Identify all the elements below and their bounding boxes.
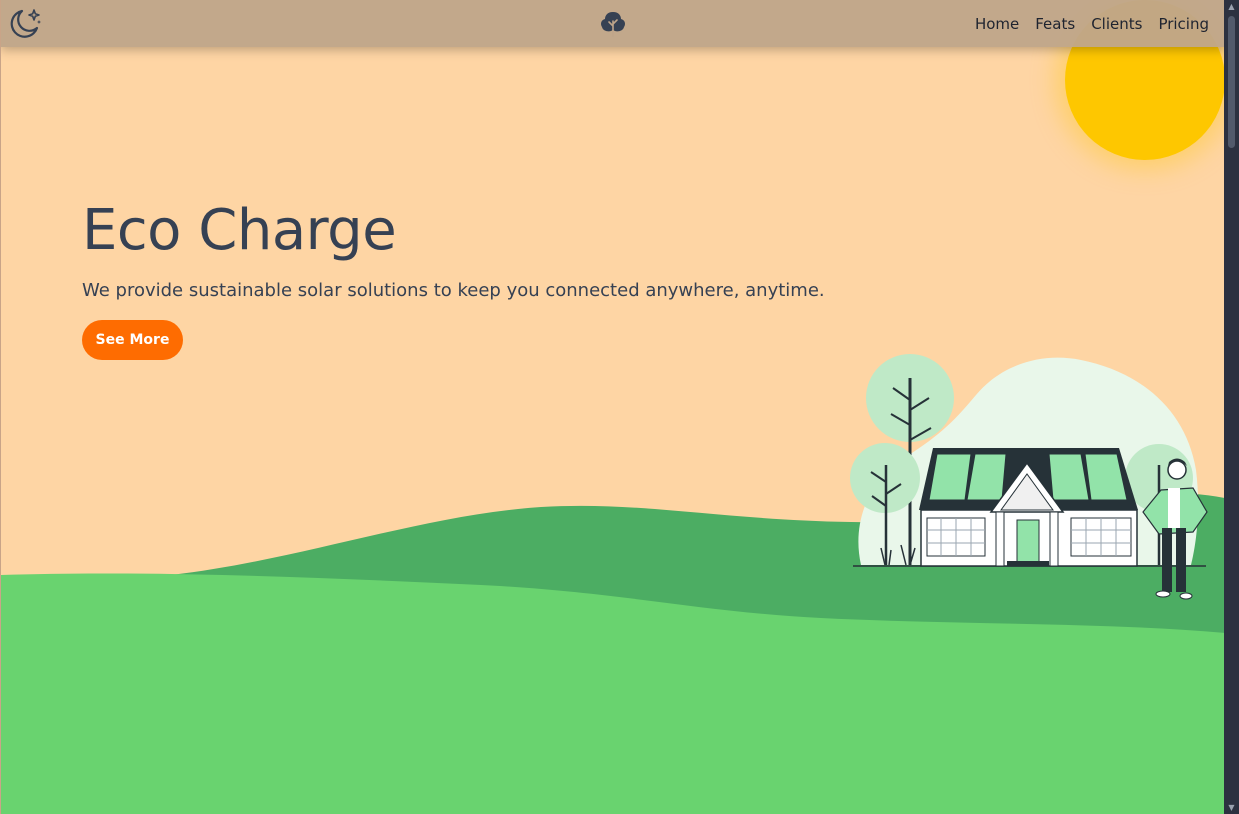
nav-link-home[interactable]: Home bbox=[975, 15, 1019, 33]
nav-link-pricing[interactable]: Pricing bbox=[1158, 15, 1209, 33]
top-navbar: Home Feats Clients Pricing bbox=[1, 0, 1224, 47]
see-more-button[interactable]: See More bbox=[82, 320, 183, 360]
nav-links: Home Feats Clients Pricing bbox=[975, 0, 1209, 47]
hero-subtitle: We provide sustainable solar solutions t… bbox=[82, 280, 825, 301]
moon-stars-icon[interactable] bbox=[8, 6, 42, 40]
landscape-illustration bbox=[1, 354, 1224, 814]
hero-title: Eco Charge bbox=[82, 198, 397, 263]
page: Home Feats Clients Pricing Eco Charge We… bbox=[0, 0, 1224, 814]
scroll-thumb[interactable] bbox=[1228, 16, 1235, 148]
tree-leaf-icon[interactable] bbox=[598, 9, 628, 39]
scroll-down-icon[interactable]: ▼ bbox=[1227, 803, 1236, 812]
house-with-solar-panels bbox=[919, 448, 1138, 567]
page-scrollbar[interactable]: ▲ ▼ bbox=[1224, 0, 1239, 814]
nav-link-feats[interactable]: Feats bbox=[1035, 15, 1075, 33]
scroll-up-icon[interactable]: ▲ bbox=[1227, 2, 1236, 11]
nav-link-clients[interactable]: Clients bbox=[1091, 15, 1142, 33]
